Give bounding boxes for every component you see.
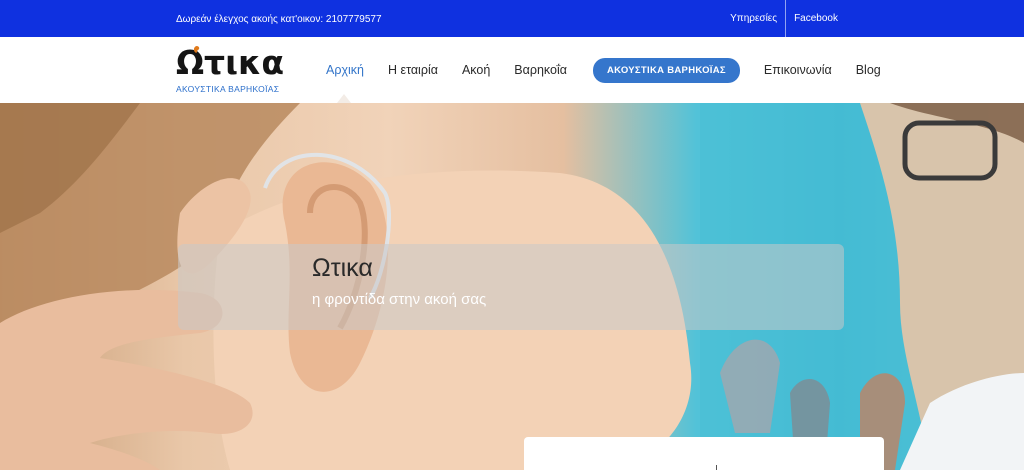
nav-hearing-aids-button[interactable]: ΑΚΟΥΣΤΙΚΑ ΒΑΡΗΚΟΪΑΣ — [592, 57, 740, 83]
nav-hearing[interactable]: Ακοή — [462, 63, 490, 77]
nav-contact[interactable]: Επικοινωνία — [764, 63, 832, 77]
hero-banner: Ωτικα η φροντίδα στην ακοή σας — [0, 103, 1024, 470]
hero-caption-box: Ωτικα η φροντίδα στην ακοή σας — [178, 244, 844, 330]
site-header: Ωτικα ΑΚΟΥΣΤΙΚΑ ΒΑΡΗΚΟΪΑΣ Αρχική Η εταιρ… — [0, 37, 1024, 103]
hero-subtitle: η φροντίδα στην ακοή σας — [312, 291, 487, 308]
hero-title: Ωτικα — [312, 254, 373, 282]
top-bar: Δωρεάν έλεγχος ακοής κατ'οικον: 21077795… — [0, 0, 1024, 37]
active-nav-pointer — [337, 94, 351, 103]
logo-subtitle: ΑΚΟΥΣΤΙΚΑ ΒΑΡΗΚΟΪΑΣ — [176, 84, 280, 94]
main-nav: Αρχική Η εταιρία Ακοή Βαρηκοΐα ΑΚΟΥΣΤΙΚΑ… — [326, 37, 905, 103]
nav-hearing-loss[interactable]: Βαρηκοΐα — [514, 63, 567, 77]
services-link[interactable]: Υπηρεσίες — [720, 0, 787, 37]
top-links: Υπηρεσίες Facebook — [720, 0, 1024, 37]
nav-blog[interactable]: Blog — [856, 63, 881, 77]
promo-text: Δωρεάν έλεγχος ακοής κατ'οικον: 21077795… — [176, 14, 382, 25]
site-logo[interactable]: Ωτικα ΑΚΟΥΣΤΙΚΑ ΒΑΡΗΚΟΪΑΣ — [176, 43, 286, 97]
facebook-link[interactable]: Facebook — [786, 0, 1024, 37]
nav-home[interactable]: Αρχική — [326, 63, 364, 77]
nav-company[interactable]: Η εταιρία — [388, 63, 438, 77]
content-card — [524, 437, 884, 470]
logo-ear-icon — [193, 46, 200, 53]
card-cursor-mark — [716, 465, 717, 470]
